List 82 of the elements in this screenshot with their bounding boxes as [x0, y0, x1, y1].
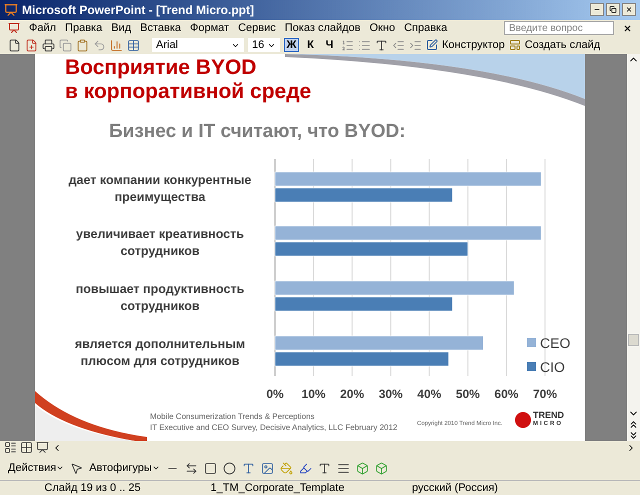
- status-text: Слайд 19 из 0 .. 25: [43, 480, 142, 495]
- font-size-icon[interactable]: [375, 38, 388, 52]
- indent-icon[interactable]: [409, 38, 422, 52]
- category-label: дает компании конкурентные преимущества: [68, 173, 252, 204]
- menu-item[interactable]: Сервис: [238, 20, 276, 37]
- axis-tick-label: 60%: [494, 387, 518, 402]
- print-icon[interactable]: [42, 38, 55, 52]
- actions-menu-button[interactable]: Действия: [8, 460, 56, 476]
- close-icon[interactable]: [623, 24, 632, 33]
- axis-tick-label: 20%: [340, 387, 364, 402]
- open-document-icon[interactable]: [25, 38, 38, 52]
- shadow-icon[interactable]: [356, 462, 369, 475]
- autoshapes-menu-button[interactable]: Автофигуры: [89, 460, 152, 476]
- menu-item[interactable]: Правка: [65, 20, 102, 37]
- chart-icon[interactable]: [110, 38, 123, 52]
- slide-subtitle: Бизнес и IT считают, что BYOD:: [109, 120, 407, 144]
- menu-item[interactable]: Справка: [404, 20, 448, 37]
- pen-icon[interactable]: [426, 39, 438, 52]
- paste-icon[interactable]: [76, 38, 89, 52]
- category-label: повышает продуктивность сотрудников: [76, 282, 244, 314]
- fill-color-icon[interactable]: [280, 462, 293, 475]
- source-text: IT Executive and CEO Survey, Decisive Analytics, LLC February 2012: [150, 422, 398, 434]
- logo-ball-icon: [515, 412, 531, 428]
- menu-item[interactable]: Показ слайдов: [284, 20, 360, 37]
- arrow-icon[interactable]: [184, 462, 198, 475]
- font-color-icon[interactable]: [318, 462, 331, 475]
- table-icon[interactable]: [127, 38, 140, 52]
- help-search-field[interactable]: Введите вопрос: [504, 21, 614, 36]
- menu-item[interactable]: Вид: [111, 20, 132, 37]
- axis-tick-label: 40%: [417, 387, 442, 402]
- menu-item[interactable]: Окно: [370, 20, 396, 37]
- new-document-icon[interactable]: [8, 38, 21, 52]
- document-icon[interactable]: [8, 22, 20, 34]
- vertical-scrollbar[interactable]: [627, 54, 640, 442]
- text-box-icon[interactable]: [242, 462, 255, 475]
- status-text: 1_TM_Corporate_Template: [210, 480, 346, 495]
- slide-title: в корпоративной среде: [65, 80, 312, 104]
- logo-text: TREND: [533, 411, 564, 420]
- category-label: увеличивает креативность сотрудников: [76, 227, 244, 258]
- axis-tick-label: 0%: [266, 387, 284, 402]
- format-button[interactable]: Ч: [322, 38, 337, 52]
- font-size-dropdown[interactable]: 16: [248, 38, 280, 52]
- font-dropdown[interactable]: Arial: [152, 38, 244, 52]
- select-pointer-icon[interactable]: [70, 462, 84, 475]
- next-slide-icon[interactable]: [628, 430, 639, 442]
- slide-sorter-icon[interactable]: [20, 441, 33, 454]
- slideshow-icon[interactable]: [36, 441, 49, 454]
- 3d-icon[interactable]: [374, 462, 388, 475]
- new-slide-button[interactable]: Создать слайд: [524, 37, 600, 54]
- status-text: русский (Россия): [411, 480, 499, 495]
- menu-item[interactable]: Файл: [29, 20, 56, 37]
- rectangle-icon[interactable]: [204, 462, 217, 475]
- close-icon[interactable]: [622, 3, 636, 16]
- source-text: Mobile Consumerization Trends & Perceptions: [150, 411, 315, 422]
- line-color-icon[interactable]: [298, 462, 312, 475]
- oval-icon[interactable]: [222, 462, 236, 475]
- legend-item: CEO: [527, 335, 570, 352]
- slide-layout-icon[interactable]: [508, 39, 521, 52]
- minimize-icon[interactable]: [590, 3, 604, 16]
- numbered-list-icon[interactable]: [341, 38, 354, 52]
- axis-tick-label: 50%: [456, 387, 480, 402]
- previous-slide-icon[interactable]: [628, 419, 639, 430]
- format-button[interactable]: Ж: [284, 38, 299, 52]
- axis-tick-label: 10%: [302, 387, 326, 402]
- category-label: является дополнительным плюсом для сотрудников: [74, 337, 246, 368]
- designer-button[interactable]: Конструктор: [442, 37, 505, 54]
- axis-tick-label: 70%: [532, 387, 558, 402]
- restore-icon[interactable]: [606, 3, 620, 16]
- picture-icon[interactable]: [260, 462, 274, 475]
- legend-label: CIO: [540, 359, 565, 376]
- legend-item: CIO: [527, 359, 565, 376]
- normal-view-icon[interactable]: [4, 441, 17, 454]
- scroll-thumb[interactable]: [628, 334, 639, 346]
- app-icon: [4, 2, 18, 17]
- menu-item[interactable]: Формат: [190, 20, 230, 37]
- slide-title: Восприятие BYOD: [65, 56, 258, 80]
- line-style-icon[interactable]: [336, 462, 350, 475]
- format-button[interactable]: К: [303, 38, 318, 52]
- axis-tick-label: 30%: [378, 387, 403, 402]
- menu-item[interactable]: Вставка: [140, 20, 182, 37]
- window-title: Microsoft PowerPoint - [Trend Micro.ppt]: [22, 2, 255, 19]
- legend-label: CEO: [540, 335, 570, 352]
